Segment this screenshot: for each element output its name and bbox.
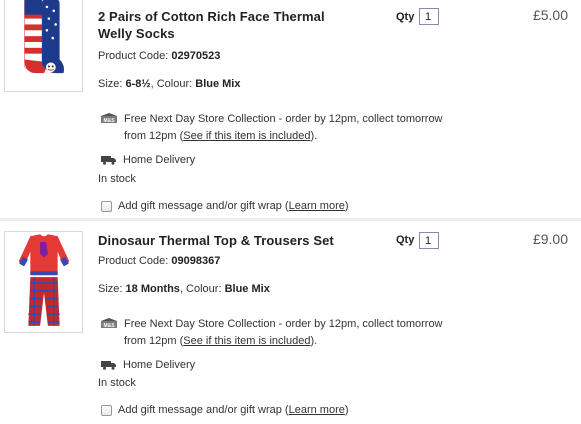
gift-wrap-label: Add gift message and/or gift wrap (Learn…: [118, 200, 349, 212]
collection-suffix: ).: [310, 335, 318, 347]
collection-prefix: from 12pm (: [124, 130, 184, 142]
see-if-included-link[interactable]: See if this item is included: [183, 130, 310, 142]
gift-wrap-label: Add gift message and/or gift wrap (Learn…: [118, 404, 349, 416]
svg-text:M&S: M&S: [103, 323, 115, 328]
product-code-value: 09098367: [171, 255, 221, 267]
product-title-line2: Welly Socks: [98, 26, 175, 41]
stock-status: In stock: [98, 377, 136, 389]
size-colour: Size: 18 Months, Colour: Blue Mix: [98, 283, 270, 295]
home-delivery-label: Home Delivery: [123, 154, 196, 166]
item-separator: [0, 218, 581, 221]
product-image-dinosaur-set[interactable]: [4, 231, 83, 333]
product-code: Product Code: 02970523: [98, 50, 220, 62]
qty-input[interactable]: [419, 8, 439, 25]
collection-line2: from 12pm (See if this item is included)…: [124, 333, 454, 350]
svg-text:M&S: M&S: [103, 118, 115, 123]
colour-value: Blue Mix: [195, 78, 241, 90]
see-if-included-link[interactable]: See if this item is included: [183, 335, 310, 347]
collection-line2: from 12pm (See if this item is included)…: [124, 128, 454, 145]
gift-suffix: ): [344, 200, 349, 212]
qty-label: Qty: [396, 11, 415, 23]
size-label: Size:: [98, 78, 123, 90]
gift-wrap-checkbox[interactable]: [101, 405, 112, 416]
colour-label: , Colour:: [150, 78, 193, 90]
gift-text: Add gift message and/or gift wrap (: [118, 404, 289, 416]
collection-line1: Free Next Day Store Collection - order b…: [124, 113, 443, 125]
product-code-label: Product Code:: [98, 255, 169, 267]
product-title-line1: Dinosaur Thermal Top & Trousers Set: [98, 233, 334, 248]
gift-text: Add gift message and/or gift wrap (: [118, 200, 289, 212]
size-value: 18 Months: [125, 283, 180, 295]
store-collection-info: Free Next Day Store Collection - order b…: [124, 111, 454, 145]
item-price: £5.00: [532, 7, 568, 23]
colour-label: , Colour:: [179, 283, 222, 295]
product-code: Product Code: 09098367: [98, 255, 220, 267]
store-collection-icon: M&S: [101, 113, 117, 123]
basket-item: Dinosaur Thermal Top & Trousers Set Qty …: [0, 222, 581, 424]
gift-wrap-checkbox[interactable]: [101, 201, 112, 212]
qty-input[interactable]: [419, 232, 439, 249]
gift-suffix: ): [344, 404, 349, 416]
home-delivery-label: Home Delivery: [123, 359, 196, 371]
store-collection-icon: M&S: [101, 318, 117, 328]
collection-prefix: from 12pm (: [124, 335, 184, 347]
store-collection-info: Free Next Day Store Collection - order b…: [124, 316, 454, 350]
truck-icon: [101, 156, 116, 165]
learn-more-link[interactable]: Learn more: [289, 200, 345, 212]
colour-value: Blue Mix: [224, 283, 270, 295]
basket-item: 2 Pairs of Cotton Rich Face Thermal Well…: [0, 0, 581, 218]
socks-image: [5, 0, 82, 91]
size-label: Size:: [98, 283, 123, 295]
product-title[interactable]: 2 Pairs of Cotton Rich Face Thermal Well…: [98, 8, 368, 42]
product-image-socks[interactable]: [4, 0, 83, 92]
item-price: £9.00: [532, 231, 568, 247]
collection-line1: Free Next Day Store Collection - order b…: [124, 318, 443, 330]
truck-icon: [101, 361, 116, 370]
product-code-value: 02970523: [171, 50, 221, 62]
collection-suffix: ).: [310, 130, 318, 142]
stock-status: In stock: [98, 173, 136, 185]
product-title[interactable]: Dinosaur Thermal Top & Trousers Set: [98, 232, 388, 249]
product-code-label: Product Code:: [98, 50, 169, 62]
size-value: 6-8½: [125, 78, 151, 90]
learn-more-link[interactable]: Learn more: [289, 404, 345, 416]
qty-label: Qty: [396, 234, 415, 246]
product-title-line1: 2 Pairs of Cotton Rich Face Thermal: [98, 9, 325, 24]
size-colour: Size: 6-8½, Colour: Blue Mix: [98, 78, 240, 90]
pyjama-image: [5, 232, 82, 332]
